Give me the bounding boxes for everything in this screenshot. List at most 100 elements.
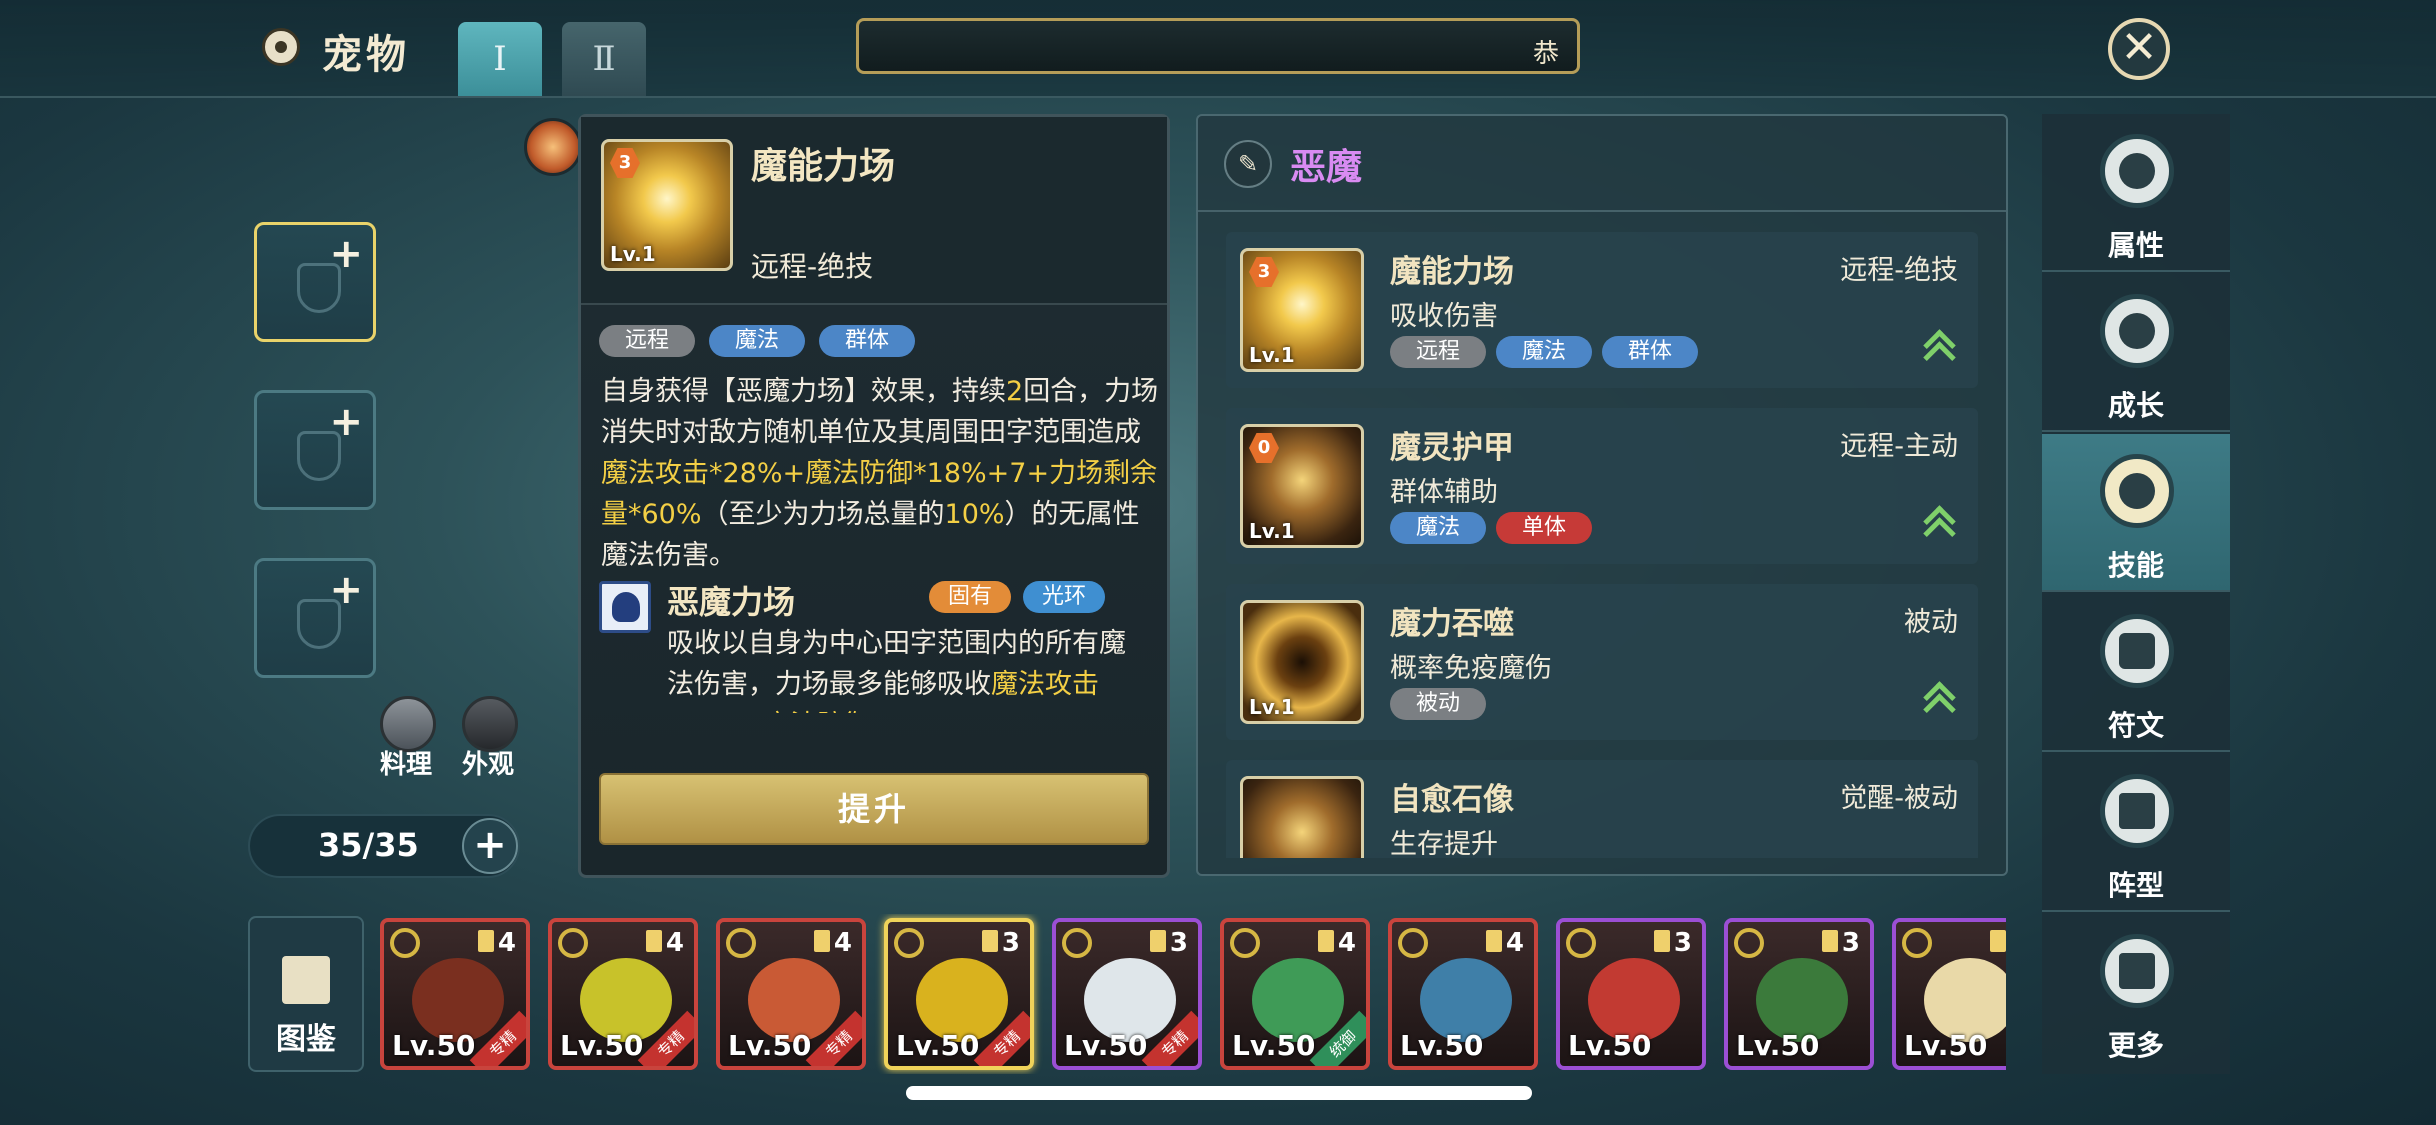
menu-growth[interactable]: 成长 xyxy=(2042,274,2230,432)
pet-star: 3 xyxy=(1001,928,1020,958)
element-orb-icon xyxy=(524,118,582,176)
tag: 群体 xyxy=(1602,336,1698,368)
skill-row[interactable]: 0 Lv.1 魔灵护甲 远程-主动 群体辅助 魔法 单体 xyxy=(1226,408,1978,564)
info-icon xyxy=(2100,134,2174,208)
growth-icon xyxy=(2100,294,2174,368)
pet-level: Lv.50 xyxy=(560,1029,644,1062)
element-ring-icon xyxy=(1566,928,1596,958)
pet-slot-2[interactable]: + xyxy=(254,390,376,510)
upgrade-button[interactable]: 提升 xyxy=(599,773,1149,845)
pet-card[interactable]: 4 Lv.50 xyxy=(1388,918,1538,1070)
tag: 远程 xyxy=(1390,336,1486,368)
skill-summary: 吸收伤害 xyxy=(1390,301,1498,332)
element-ring-icon xyxy=(558,928,588,958)
upgrade-available-icon xyxy=(1924,328,1952,362)
menu-more[interactable]: 更多 xyxy=(2042,914,2230,1072)
add-icon: + xyxy=(329,231,363,277)
formation-icon xyxy=(2100,774,2174,848)
tag-magic: 魔法 xyxy=(709,325,805,357)
menu-label: 更多 xyxy=(2107,1029,2164,1062)
skill-name: 魔能力场 xyxy=(751,146,896,187)
skill-summary: 概率免疫魔伤 xyxy=(1390,653,1552,684)
cost-badge: 3 xyxy=(610,148,640,178)
skill-type: 远程-绝技 xyxy=(751,250,874,283)
star-card-icon xyxy=(1822,930,1838,952)
star-card-icon xyxy=(1654,930,1670,952)
pet-star: 3 xyxy=(1169,928,1188,958)
appearance-label: 外观 xyxy=(462,750,515,780)
element-ring-icon xyxy=(1734,928,1764,958)
star-card-icon xyxy=(478,930,494,952)
sub-effect-name: 恶魔力场 xyxy=(667,583,796,621)
skill-summary: 群体辅助 xyxy=(1390,477,1498,508)
element-ring-icon xyxy=(1230,928,1260,958)
menu-skills[interactable]: 技能 xyxy=(2042,434,2230,592)
tab-team-1[interactable]: Ⅰ xyxy=(458,22,542,96)
add-icon: + xyxy=(329,567,363,613)
demon-effect-icon xyxy=(599,581,651,633)
pet-star: 4 xyxy=(497,928,516,958)
skill-list: 3 Lv.1 魔能力场 远程-绝技 吸收伤害 远程 魔法 群体 0 Lv.1 魔… xyxy=(1226,232,1978,858)
skill-row[interactable]: 3 Lv.1 魔能力场 远程-绝技 吸收伤害 远程 魔法 群体 xyxy=(1226,232,1978,388)
pet-level: Lv.50 xyxy=(1064,1029,1148,1062)
tag-ranged: 远程 xyxy=(599,325,695,357)
pet-card[interactable]: 4 Lv.50 专精 xyxy=(716,918,866,1070)
pet-level: Lv.50 xyxy=(896,1029,980,1062)
sub-effect-description: 吸收以自身为中心田字范围内的所有魔法伤害，力场最多能够吸收魔法攻击*66%+魔法… xyxy=(667,628,1126,713)
skill-type: 远程-主动 xyxy=(1840,431,1958,462)
menu-formation[interactable]: 阵型 xyxy=(2042,754,2230,912)
pet-level: Lv.50 xyxy=(1904,1029,1988,1062)
cost-badge: 0 xyxy=(1249,433,1279,463)
star-card-icon xyxy=(982,930,998,952)
pet-paw-icon xyxy=(262,28,300,66)
tag: 单体 xyxy=(1496,512,1592,544)
pet-star: 3 xyxy=(1673,928,1692,958)
element-ring-icon xyxy=(1902,928,1932,958)
skill-type: 被动 xyxy=(1904,607,1958,638)
pet-card[interactable]: 4 Lv.50 统御 xyxy=(1220,918,1370,1070)
element-ring-icon xyxy=(1398,928,1428,958)
skill-name: 魔能力场 xyxy=(1390,254,1514,290)
rune-icon xyxy=(2100,614,2174,688)
star-card-icon xyxy=(1150,930,1166,952)
pet-slot-3[interactable]: + xyxy=(254,558,376,678)
tag-innate: 固有 xyxy=(929,581,1011,613)
skill-name: 自愈石像 xyxy=(1390,782,1514,818)
skill-level: Lv.1 xyxy=(1249,343,1295,367)
pet-card[interactable]: 3 Lv.50 专精 xyxy=(884,918,1034,1070)
expand-capacity-button[interactable]: + xyxy=(462,818,518,874)
tab-team-2[interactable]: Ⅱ xyxy=(562,22,646,96)
skill-name: 魔力吞噬 xyxy=(1390,606,1514,642)
pet-star: 3 xyxy=(1841,928,1860,958)
skill-level: Lv.1 xyxy=(610,242,656,266)
element-ring-icon xyxy=(390,928,420,958)
pet-level: Lv.50 xyxy=(1568,1029,1652,1062)
upgrade-available-icon xyxy=(1924,504,1952,538)
pet-card[interactable]: 3 Lv.50 xyxy=(1556,918,1706,1070)
skill-mana-devour-icon: Lv.1 xyxy=(1240,600,1364,724)
skill-row[interactable]: Lv.1 魔力吞噬 被动 概率免疫魔伤 被动 xyxy=(1226,584,1978,740)
skill-icon xyxy=(2100,454,2174,528)
menu-label: 阵型 xyxy=(2107,869,2164,902)
pet-card[interactable]: 3Lv.50 xyxy=(1892,918,2006,1070)
search-text: 恭 xyxy=(1532,39,1559,69)
pet-type-title: 恶魔 xyxy=(1290,147,1363,188)
close-button[interactable]: ✕ xyxy=(2108,18,2170,80)
pet-card[interactable]: 3Lv.50 xyxy=(1724,918,1874,1070)
pet-card[interactable]: 4 Lv.50 专精 xyxy=(548,918,698,1070)
pet-slot-1[interactable]: + xyxy=(254,222,376,342)
pet-star: 4 xyxy=(665,928,684,958)
skill-self-heal-statue-icon xyxy=(1240,776,1364,858)
menu-attributes[interactable]: 属性 xyxy=(2042,114,2230,272)
pet-card[interactable]: 3 Lv.50 专精 xyxy=(1052,918,1202,1070)
skill-type: 觉醒-被动 xyxy=(1840,783,1958,814)
skill-row[interactable]: 自愈石像 觉醒-被动 生存提升 xyxy=(1226,760,1978,858)
search-input[interactable]: 恭 xyxy=(856,18,1580,74)
pet-star: 4 xyxy=(1337,928,1356,958)
menu-runes[interactable]: 符文 xyxy=(2042,594,2230,752)
star-card-icon xyxy=(1990,930,2006,952)
pet-card[interactable]: 4 Lv.50 专精 xyxy=(380,918,530,1070)
skill-detail-popup: 3 Lv.1 魔能力场 远程-绝技 远程 魔法 群体 自身获得【恶魔力场】效果，… xyxy=(578,114,1170,878)
upgrade-available-icon xyxy=(1924,680,1952,714)
edit-icon[interactable]: ✎ xyxy=(1224,140,1272,188)
